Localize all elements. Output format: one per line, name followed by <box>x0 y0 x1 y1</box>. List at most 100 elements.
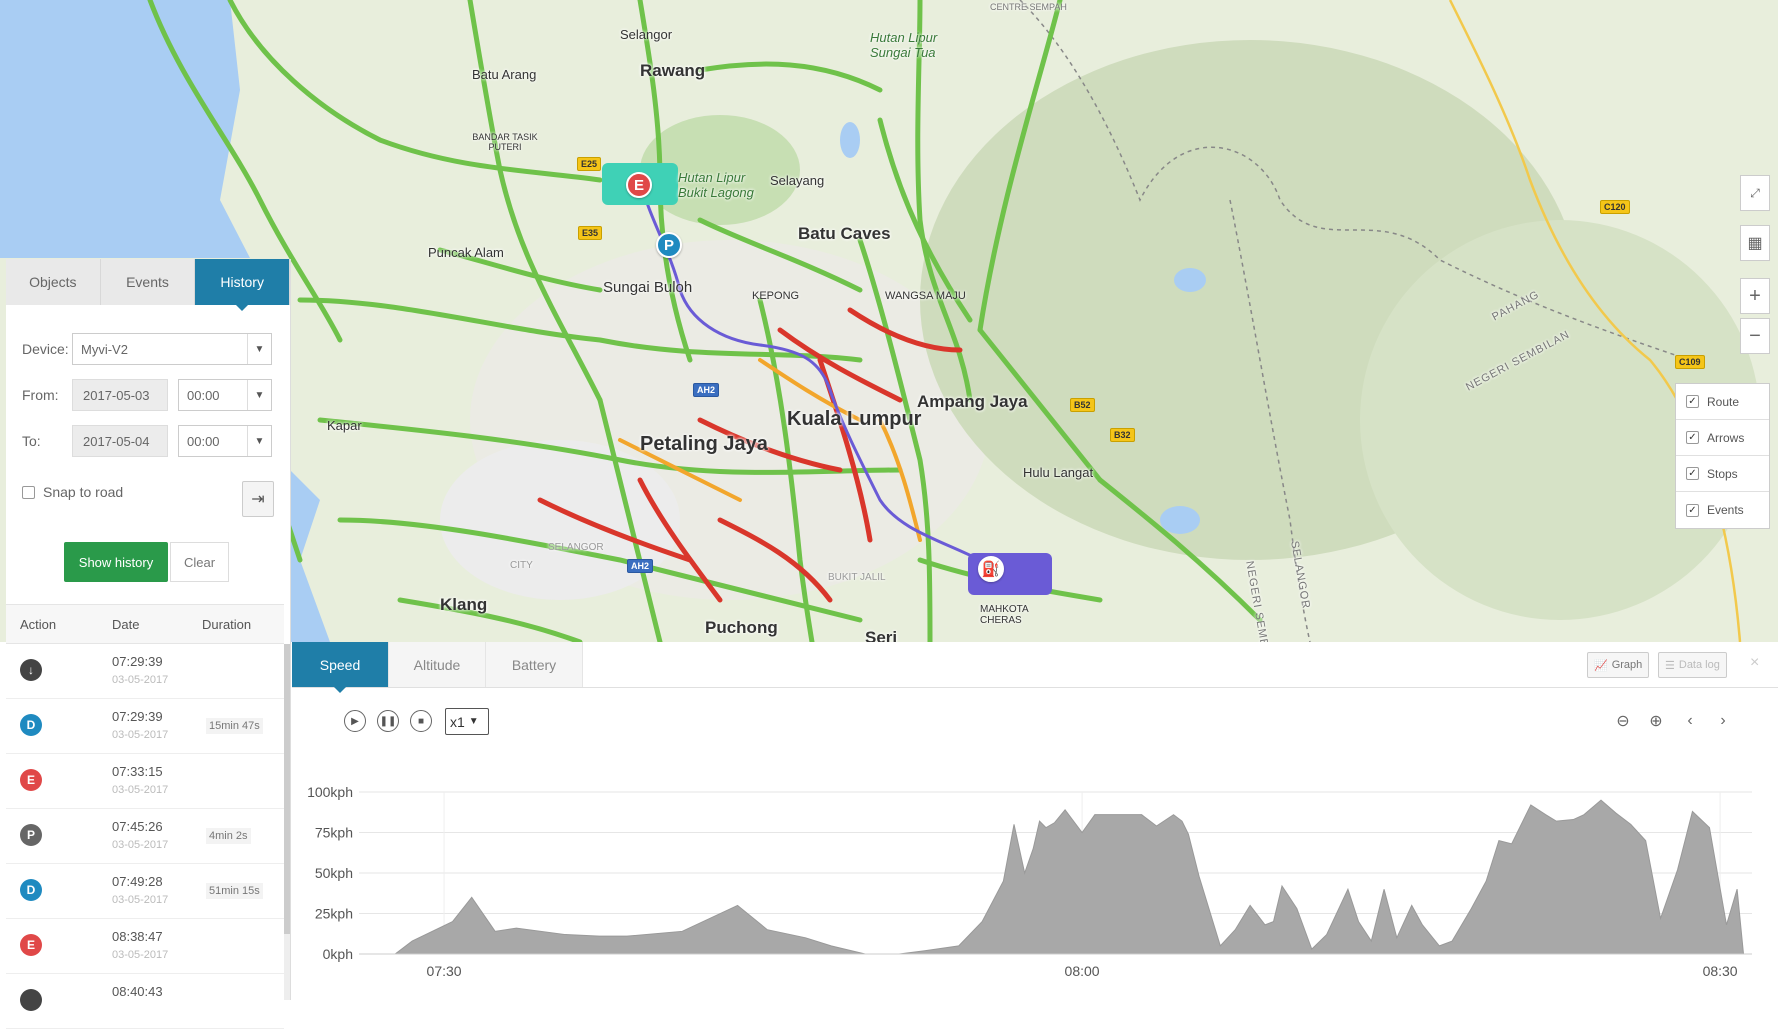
graph-button-label: Graph <box>1611 659 1643 671</box>
event-type-icon: ↓ <box>20 659 42 681</box>
vehicle-marker[interactable]: ⛽ <box>978 556 1004 582</box>
zoom-out-icon[interactable]: ⊖ <box>1612 710 1634 732</box>
zoom-in-icon[interactable]: ⊕ <box>1645 710 1667 732</box>
history-time: 08:38:47 <box>112 929 163 944</box>
y-tick-label: 75kph <box>315 825 353 841</box>
x-tick-label: 08:00 <box>1065 963 1100 979</box>
tab-objects[interactable]: Objects <box>6 259 101 305</box>
checkbox-icon[interactable]: ✓ <box>1686 467 1699 480</box>
graph-tabs: Speed Altitude Battery <box>292 642 1778 693</box>
snap-to-road-label: Snap to road <box>43 484 124 500</box>
history-date: 03-05-2017 <box>112 729 169 741</box>
zoom-out-button[interactable]: − <box>1740 318 1770 354</box>
history-row[interactable]: E 07:33:15 03-05-2017 <box>6 754 284 809</box>
snap-to-road-row: Snap to road <box>22 484 123 500</box>
show-history-button[interactable]: Show history <box>64 542 168 582</box>
layer-route-toggle[interactable]: ✓ Route <box>1676 384 1769 420</box>
history-time: 07:29:39 <box>112 709 163 724</box>
speed-area <box>393 799 1745 955</box>
history-date: 03-05-2017 <box>112 894 169 906</box>
map-label-puchong: Puchong <box>705 618 778 637</box>
tab-speed[interactable]: Speed <box>292 642 389 693</box>
export-icon[interactable]: ⇥ <box>242 481 274 517</box>
map-label-kuala-lumpur: Kuala Lumpur <box>787 408 922 430</box>
snap-to-road-checkbox[interactable] <box>22 485 35 499</box>
clear-button[interactable]: Clear <box>170 542 229 582</box>
y-tick-label: 0kph <box>323 946 353 962</box>
next-icon[interactable]: › <box>1712 710 1734 732</box>
playback-speed-value: x1 <box>450 713 465 730</box>
tab-history[interactable]: History <box>195 259 291 311</box>
road-badge: E25 <box>577 157 602 171</box>
scrollbar-thumb[interactable] <box>284 644 290 934</box>
device-select[interactable]: Myvi-V2 ▼ <box>72 333 272 365</box>
map-layers-icon[interactable]: ▦ <box>1740 225 1770 261</box>
checkbox-icon[interactable]: ✓ <box>1686 395 1699 408</box>
history-row[interactable]: ↓ 07:29:39 03-05-2017 <box>6 644 284 699</box>
y-tick-label: 100kph <box>307 784 353 800</box>
header-duration: Duration <box>202 616 252 632</box>
device-value: Myvi-V2 <box>81 341 128 357</box>
history-date: 03-05-2017 <box>112 784 169 796</box>
from-time-select[interactable]: 00:00 ▼ <box>178 379 272 411</box>
graph-button[interactable]: 📈 Graph <box>1587 652 1650 678</box>
device-row: Device: Myvi-V2 ▼ <box>6 332 272 366</box>
layer-events-toggle[interactable]: ✓ Events <box>1676 492 1769 528</box>
to-time-select[interactable]: 00:00 ▼ <box>178 425 272 457</box>
history-table-header: Action Date Duration <box>6 604 284 644</box>
playback-speed-select[interactable]: x1 ▼ <box>445 708 489 735</box>
data-log-button[interactable]: ☰ Data log <box>1658 652 1727 678</box>
map-label-batu-caves: Batu Caves <box>798 224 891 243</box>
device-label: Device: <box>22 341 69 357</box>
map-label-wangsa-maju: WANGSA MAJU <box>885 290 966 302</box>
prev-icon[interactable]: ‹ <box>1679 710 1701 732</box>
highway-badge: AH2 <box>693 383 720 397</box>
map-label-centre: CENTRE SEMPAH <box>990 2 1067 12</box>
map-label-kepong: KEPONG <box>752 290 800 302</box>
layer-stops-toggle[interactable]: ✓ Stops <box>1676 456 1769 492</box>
header-date: Date <box>112 616 140 632</box>
history-row[interactable]: E 08:38:47 03-05-2017 <box>6 919 284 974</box>
zoom-in-button[interactable]: + <box>1740 278 1770 314</box>
checkbox-icon[interactable]: ✓ <box>1686 503 1699 517</box>
from-row: From: 2017-05-03 00:00 ▼ <box>6 378 272 412</box>
y-tick-label: 50kph <box>315 865 353 881</box>
fullscreen-icon[interactable]: ⤢ <box>1740 175 1770 211</box>
pause-icon[interactable]: ❚❚ <box>377 710 399 732</box>
from-label: From: <box>22 387 59 403</box>
history-time: 07:49:28 <box>112 874 163 889</box>
stop-icon[interactable]: ■ <box>410 710 432 732</box>
history-date: 03-05-2017 <box>112 674 169 686</box>
end-marker[interactable]: E <box>626 172 652 198</box>
history-row[interactable]: 08:40:43 <box>6 974 284 1029</box>
speed-chart: 100kph 75kph 50kph 25kph 0kph 07:30 08:00 08:30 <box>307 784 1752 979</box>
history-row[interactable]: P 07:45:26 03-05-2017 4min 2s <box>6 809 284 864</box>
checkbox-icon[interactable]: ✓ <box>1686 431 1699 444</box>
layer-toggle-panel: ✓ Route ✓ Arrows ✓ Stops ✓ Events <box>1675 383 1770 529</box>
tab-altitude[interactable]: Altitude <box>389 642 486 687</box>
parking-marker[interactable]: P <box>656 232 682 258</box>
list-icon: ☰ <box>1665 659 1675 672</box>
layer-arrows-toggle[interactable]: ✓ Arrows <box>1676 420 1769 456</box>
map-label-selayang: Selayang <box>770 173 825 188</box>
x-tick-label: 07:30 <box>427 963 462 979</box>
tab-events[interactable]: Events <box>101 259 196 305</box>
data-log-label: Data log <box>1678 659 1720 671</box>
close-icon[interactable]: × <box>1750 654 1759 672</box>
history-date: 03-05-2017 <box>112 839 169 851</box>
event-type-icon: P <box>20 824 42 846</box>
layer-label: Stops <box>1707 466 1738 481</box>
event-type-icon: E <box>20 769 42 791</box>
history-row[interactable]: D 07:49:28 03-05-2017 51min 15s <box>6 864 284 919</box>
history-row[interactable]: D 07:29:39 03-05-2017 15min 47s <box>6 699 284 754</box>
map-label-puncak-alam: Puncak Alam <box>428 245 504 260</box>
to-date-input[interactable]: 2017-05-04 <box>72 425 168 457</box>
tab-battery[interactable]: Battery <box>486 642 583 687</box>
history-scrollbar[interactable] <box>284 644 290 1000</box>
map-label-batu-arang: Batu Arang <box>472 67 537 82</box>
map-label-hulu-langat: Hulu Langat <box>1023 465 1094 480</box>
chart-icon: 📈 <box>1594 659 1608 672</box>
play-icon[interactable]: ▶ <box>344 710 366 732</box>
from-date-input[interactable]: 2017-05-03 <box>72 379 168 411</box>
y-tick-label: 25kph <box>315 906 353 922</box>
